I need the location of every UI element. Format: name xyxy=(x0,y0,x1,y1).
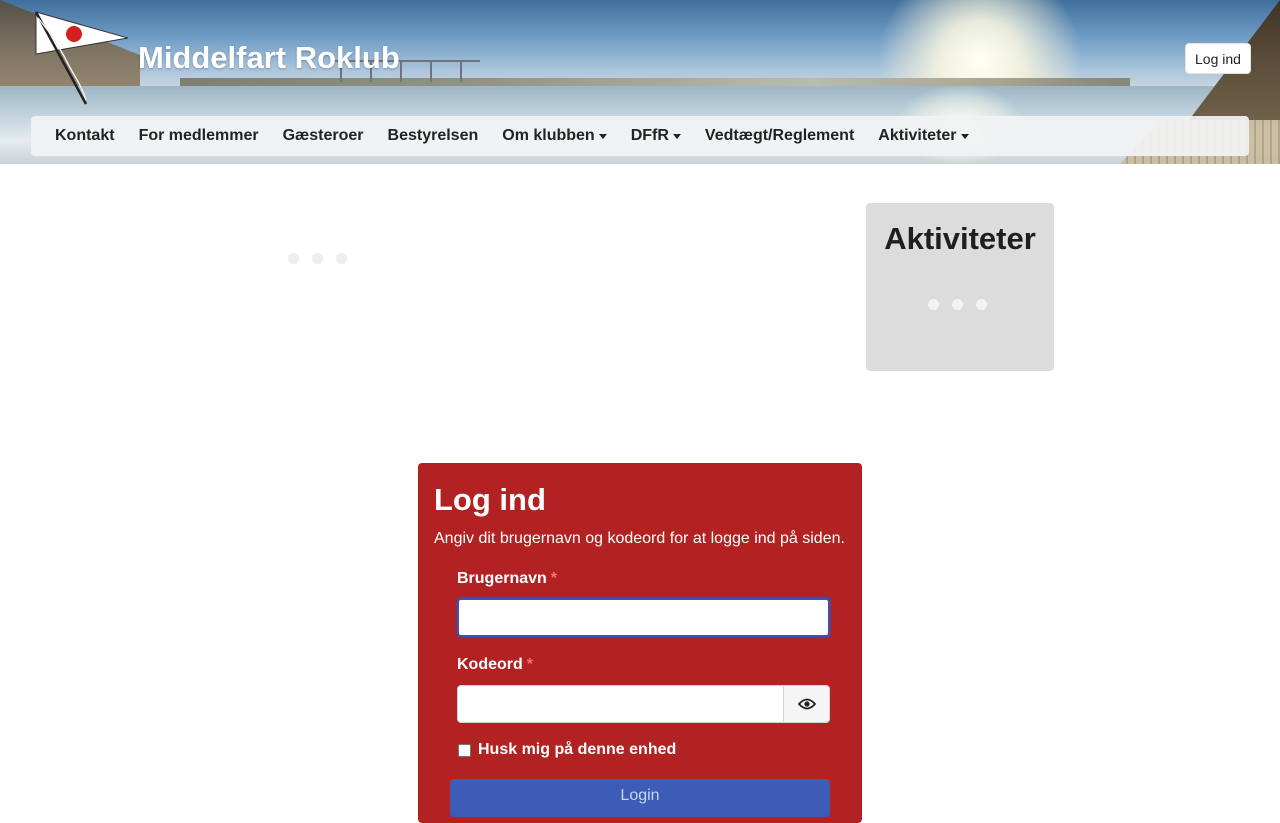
aktiviteter-panel-title: Aktiviteter xyxy=(884,221,1036,256)
username-label-text: Brugernavn xyxy=(457,570,547,587)
site-title[interactable]: Middelfart Roklub xyxy=(138,40,400,76)
main-navbar: Kontakt For medlemmer Gæsteroer Bestyrel… xyxy=(31,116,1249,156)
club-pennant-logo-icon xyxy=(34,11,129,105)
header-login-button[interactable]: Log ind xyxy=(1185,43,1251,74)
nav-item-gaesteroer[interactable]: Gæsteroer xyxy=(283,127,364,145)
caret-down-icon xyxy=(960,133,969,139)
nav-label: Aktiviteter xyxy=(878,127,957,144)
password-label-text: Kodeord xyxy=(457,656,523,673)
login-submit-button[interactable]: Login xyxy=(450,779,830,817)
nav-item-for-medlemmer[interactable]: For medlemmer xyxy=(139,127,259,145)
nav-label: Gæsteroer xyxy=(282,127,364,144)
remember-me-label[interactable]: Husk mig på denne enhed xyxy=(478,741,676,759)
loading-dot xyxy=(312,253,323,264)
caret-down-icon xyxy=(598,133,607,139)
password-label: Kodeord * xyxy=(457,656,533,674)
nav-label: DFfR xyxy=(630,127,669,144)
banner-far-shore xyxy=(180,78,1130,86)
username-input[interactable] xyxy=(457,598,830,637)
aktiviteter-panel: Aktiviteter xyxy=(866,203,1054,371)
loading-dot xyxy=(976,299,987,310)
loading-dot xyxy=(336,253,347,264)
nav-item-kontakt[interactable]: Kontakt xyxy=(55,127,115,145)
remember-me-row: Husk mig på denne enhed xyxy=(458,741,676,759)
nav-label: Vedtægt/Reglement xyxy=(704,127,855,144)
nav-item-dffr[interactable]: DFfR xyxy=(631,127,681,145)
toggle-password-visibility-button[interactable] xyxy=(784,685,830,723)
login-card-description: Angiv dit brugernavn og kodeord for at l… xyxy=(434,530,845,547)
nav-label: For medlemmer xyxy=(138,127,259,144)
nav-item-vedtaegt-reglement[interactable]: Vedtægt/Reglement xyxy=(705,127,854,145)
main-loading-indicator xyxy=(288,253,347,264)
loading-dot xyxy=(928,299,939,310)
nav-item-om-klubben[interactable]: Om klubben xyxy=(502,127,607,145)
login-card: Log ind Angiv dit brugernavn og kodeord … xyxy=(418,463,862,823)
login-card-title: Log ind xyxy=(434,482,546,517)
nav-label: Om klubben xyxy=(502,127,595,144)
required-marker: * xyxy=(526,656,534,673)
remember-me-checkbox[interactable] xyxy=(458,743,471,757)
loading-dot xyxy=(952,299,963,310)
required-marker: * xyxy=(550,570,558,587)
club-logo[interactable] xyxy=(30,8,130,108)
loading-dot xyxy=(288,253,299,264)
nav-item-aktiviteter[interactable]: Aktiviteter xyxy=(878,127,969,145)
eye-icon xyxy=(797,698,816,710)
password-input[interactable] xyxy=(457,685,784,723)
username-label: Brugernavn * xyxy=(457,570,557,588)
caret-down-icon xyxy=(672,133,681,139)
panel-loading-indicator xyxy=(928,299,987,310)
nav-label: Bestyrelsen xyxy=(387,127,479,144)
header-banner: Middelfart Roklub Log ind Kontakt For me… xyxy=(0,0,1280,164)
nav-label: Kontakt xyxy=(55,127,115,144)
nav-item-bestyrelsen[interactable]: Bestyrelsen xyxy=(388,127,479,145)
